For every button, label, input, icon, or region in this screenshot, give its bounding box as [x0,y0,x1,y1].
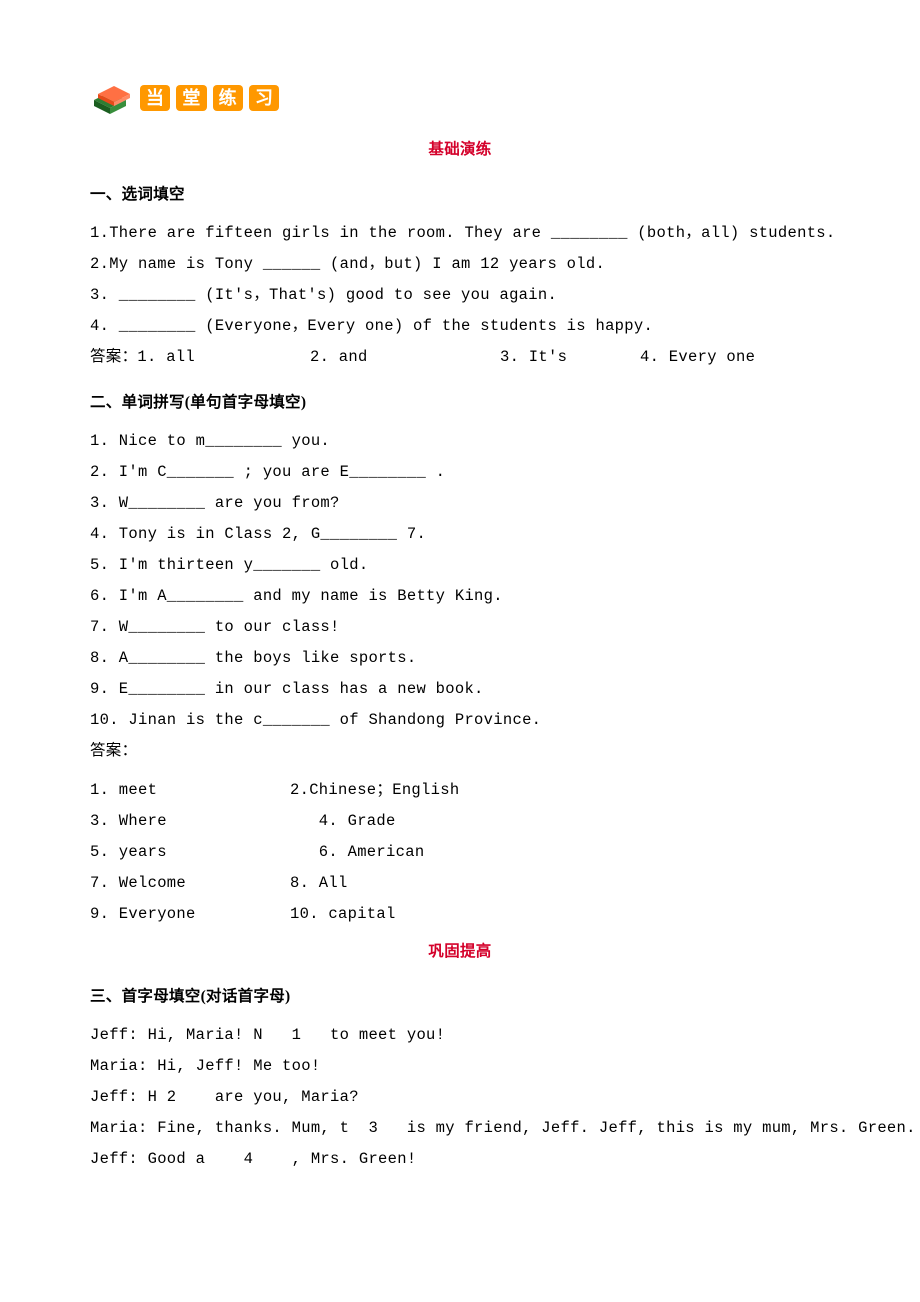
books-icon [90,80,134,116]
q2-answer-8: 8. All [290,868,348,899]
banner-char-3: 练 [213,85,243,111]
q2-answer-4: 4. Grade [290,806,396,837]
spacer [90,767,830,775]
dialogue-line-4: Maria: Fine, thanks. Mum, t 3 is my frie… [90,1113,830,1144]
q1-line-2: 2.My name is Tony ______ (and，but) I am … [90,249,830,280]
q1-answer-1: 1. all [137,348,195,366]
q1-answers: 答案：1. all 2. and 3. It's 4. Every one [90,342,830,373]
q2-line-9: 9. E________ in our class has a new book… [90,674,830,705]
q2-answer-label: 答案： [90,736,830,767]
exercise-3-title: 三、首字母填空(对话首字母) [90,981,830,1012]
q1-line-4: 4. ________ (Everyone，Every one) of the … [90,311,830,342]
q1-line-1: 1.There are fifteen girls in the room. T… [90,218,830,249]
q2-line-1: 1. Nice to m________ you. [90,426,830,457]
q1-answer-3: 3. It's [500,342,640,373]
q1-answer-2: 2. and [310,342,500,373]
q2-line-6: 6. I'm A________ and my name is Betty Ki… [90,581,830,612]
exercise-1-title: 一、选词填空 [90,179,830,210]
q2-answers-row-3: 5. years 6. American [90,837,830,868]
q2-answer-5: 5. years [90,837,290,868]
exercise-2-title: 二、单词拼写(单句首字母填空) [90,387,830,418]
q2-line-4: 4. Tony is in Class 2, G________ 7. [90,519,830,550]
q2-line-2: 2. I'm C_______ ; you are E________ . [90,457,830,488]
q2-line-10: 10. Jinan is the c_______ of Shandong Pr… [90,705,830,736]
q2-answer-6: 6. American [290,837,424,868]
page: 当 堂 练 习 基础演练 一、选词填空 1.There are fifteen … [0,0,920,1302]
q2-answers-row-5: 9. Everyone 10. capital [90,899,830,930]
q2-answers-row-4: 7. Welcome 8. All [90,868,830,899]
section-heading-advance: 巩固提高 [90,936,830,967]
q2-line-3: 3. W________ are you from? [90,488,830,519]
banner-char-4: 习 [249,85,279,111]
banner: 当 堂 练 习 [90,80,830,116]
q2-line-7: 7. W________ to our class! [90,612,830,643]
q2-answer-3: 3. Where [90,806,290,837]
q2-answers-row-2: 3. Where 4. Grade [90,806,830,837]
q2-answer-2: 2.Chinese；English [290,775,459,806]
q2-answers-row-1: 1. meet 2.Chinese；English [90,775,830,806]
q2-answer-9: 9. Everyone [90,899,290,930]
dialogue-line-3: Jeff: H 2 are you, Maria? [90,1082,830,1113]
q1-answer-4: 4. Every one [640,342,755,373]
q2-answer-10: 10. capital [290,899,396,930]
dialogue-line-2: Maria: Hi, Jeff! Me too! [90,1051,830,1082]
q1-line-3: 3. ________ (It's，That's) good to see yo… [90,280,830,311]
q2-line-8: 8. A________ the boys like sports. [90,643,830,674]
banner-char-1: 当 [140,85,170,111]
section-heading-basic: 基础演练 [90,134,830,165]
q2-answer-7: 7. Welcome [90,868,290,899]
answer-label: 答案： [90,348,137,366]
q2-line-5: 5. I'm thirteen y_______ old. [90,550,830,581]
dialogue-line-1: Jeff: Hi, Maria! N 1 to meet you! [90,1020,830,1051]
dialogue-line-5: Jeff: Good a 4 , Mrs. Green! [90,1144,830,1175]
banner-char-2: 堂 [176,85,206,111]
q2-answer-1: 1. meet [90,775,290,806]
banner-title: 当 堂 练 习 [140,85,279,111]
